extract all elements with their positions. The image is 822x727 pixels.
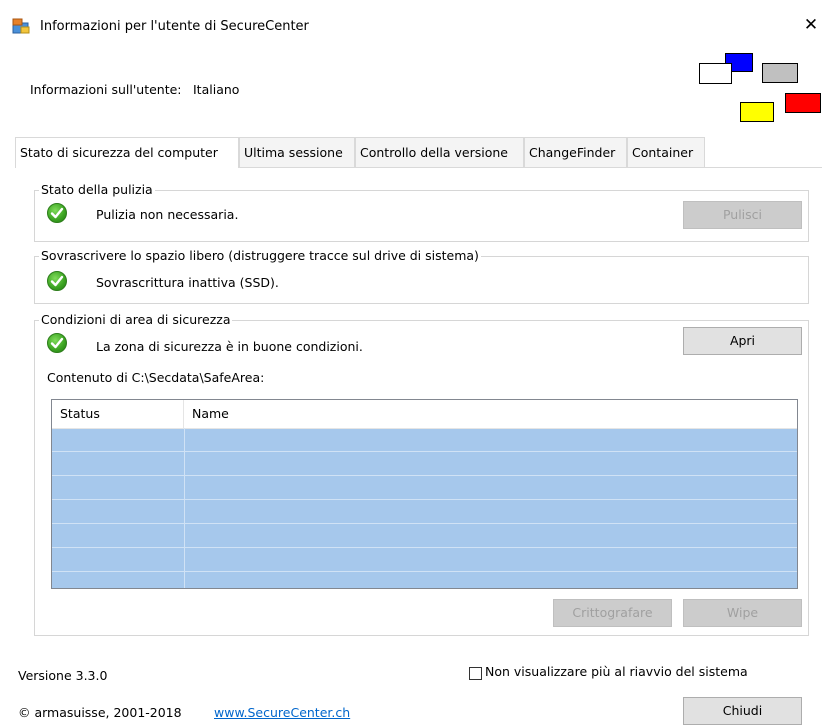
encrypt-button[interactable]: Crittografare [553, 599, 672, 627]
cleanup-group-title: Stato della pulizia [39, 182, 155, 197]
user-info-label: Informazioni sull'utente: [30, 82, 182, 97]
list-row[interactable] [52, 476, 797, 500]
gray-square-icon [762, 63, 798, 83]
tab-security-status[interactable]: Stato di sicurezza del computer [15, 137, 239, 168]
tab-container[interactable]: Container [627, 137, 705, 167]
safe-area-file-list[interactable]: Status Name [51, 399, 798, 589]
list-row[interactable] [52, 452, 797, 476]
tab-last-session[interactable]: Ultima sessione [239, 137, 355, 167]
close-button[interactable]: Chiudi [683, 697, 802, 725]
tab-label: Container [632, 145, 694, 160]
list-row[interactable] [52, 428, 797, 452]
safe-area-group-title: Condizioni di area di sicurezza [39, 312, 233, 327]
tab-changefinder[interactable]: ChangeFinder [524, 137, 627, 167]
wipe-button[interactable]: Wipe [683, 599, 802, 627]
window-title: Informazioni per l'utente di SecureCente… [40, 19, 309, 34]
tab-label: ChangeFinder [529, 145, 616, 160]
tab-version-check[interactable]: Controllo della versione [355, 137, 524, 167]
version-label: Versione 3.3.0 [18, 668, 108, 683]
app-icon [12, 18, 30, 34]
copyright-text: © armasuisse, 2001-2018 [18, 705, 182, 720]
overwrite-status-text: Sovrascrittura inattiva (SSD). [96, 275, 279, 290]
open-button[interactable]: Apri [683, 327, 802, 355]
green-check-icon [47, 333, 67, 353]
list-row[interactable] [52, 524, 797, 548]
list-row[interactable] [52, 548, 797, 572]
column-header-status[interactable]: Status [52, 400, 184, 428]
dont-show-checkbox-label[interactable]: Non visualizzare più al riavvio del sist… [485, 664, 748, 679]
user-info-value: Italiano [193, 82, 240, 97]
tab-label: Ultima sessione [244, 145, 343, 160]
overwrite-group-title: Sovrascrivere lo spazio libero (distrugg… [39, 248, 481, 263]
list-header: Status Name [52, 400, 797, 429]
list-row[interactable] [52, 572, 797, 588]
green-check-icon [47, 203, 67, 223]
white-square-icon [699, 63, 732, 84]
red-square-icon [785, 93, 821, 113]
column-header-name[interactable]: Name [184, 400, 797, 428]
clean-button[interactable]: Pulisci [683, 201, 802, 229]
close-icon[interactable]: ✕ [800, 14, 822, 36]
dont-show-checkbox[interactable] [469, 667, 482, 680]
yellow-square-icon [740, 102, 774, 122]
safe-area-contents-label: Contenuto di C:\Secdata\SafeArea: [47, 370, 265, 385]
tab-label: Controllo della versione [360, 145, 508, 160]
tab-label: Stato di sicurezza del computer [20, 145, 218, 160]
website-link[interactable]: www.SecureCenter.ch [214, 705, 350, 720]
list-row[interactable] [52, 500, 797, 524]
safe-area-status-text: La zona di sicurezza è in buone condizio… [96, 339, 363, 354]
green-check-icon [47, 271, 67, 291]
cleanup-status-text: Pulizia non necessaria. [96, 207, 239, 222]
